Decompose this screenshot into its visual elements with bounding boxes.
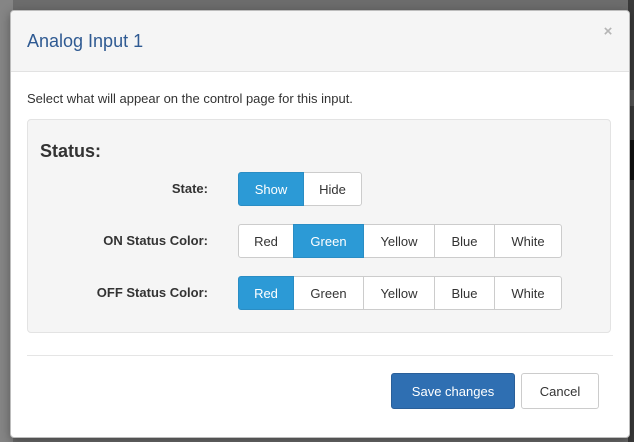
off-color-option-yellow[interactable]: Yellow — [363, 276, 435, 310]
off-color-option-white[interactable]: White — [494, 276, 562, 310]
cancel-button[interactable]: Cancel — [521, 373, 599, 409]
on-color-option-yellow[interactable]: Yellow — [363, 224, 435, 258]
status-panel: Status: State: Show Hide ON Status Color… — [27, 119, 611, 333]
modal-header: Analog Input 1 × — [11, 11, 629, 72]
off-color-option-green[interactable]: Green — [293, 276, 364, 310]
state-option-hide[interactable]: Hide — [303, 172, 362, 206]
state-toggle-group: Show Hide — [238, 172, 362, 206]
off-status-color-label: OFF Status Color: — [96, 285, 208, 300]
modal-title: Analog Input 1 — [27, 31, 144, 51]
on-status-color-label: ON Status Color: — [103, 233, 208, 248]
on-color-option-blue[interactable]: Blue — [434, 224, 495, 258]
save-changes-button[interactable]: Save changes — [391, 373, 515, 409]
close-icon[interactable]: × — [601, 24, 615, 39]
footer-divider — [27, 355, 613, 356]
off-color-option-red[interactable]: Red — [238, 276, 294, 310]
state-label: State: — [171, 181, 208, 196]
status-legend: Status: — [40, 141, 102, 161]
on-color-option-red[interactable]: Red — [238, 224, 294, 258]
on-color-option-green[interactable]: Green — [293, 224, 364, 258]
analog-input-modal: Analog Input 1 × Select what will appear… — [10, 10, 630, 438]
off-status-color-group: Red Green Yellow Blue White — [238, 276, 562, 310]
off-color-option-blue[interactable]: Blue — [434, 276, 495, 310]
on-status-color-group: Red Green Yellow Blue White — [238, 224, 562, 258]
on-color-option-white[interactable]: White — [494, 224, 562, 258]
state-option-show[interactable]: Show — [238, 172, 304, 206]
modal-description: Select what will appear on the control p… — [27, 91, 353, 106]
